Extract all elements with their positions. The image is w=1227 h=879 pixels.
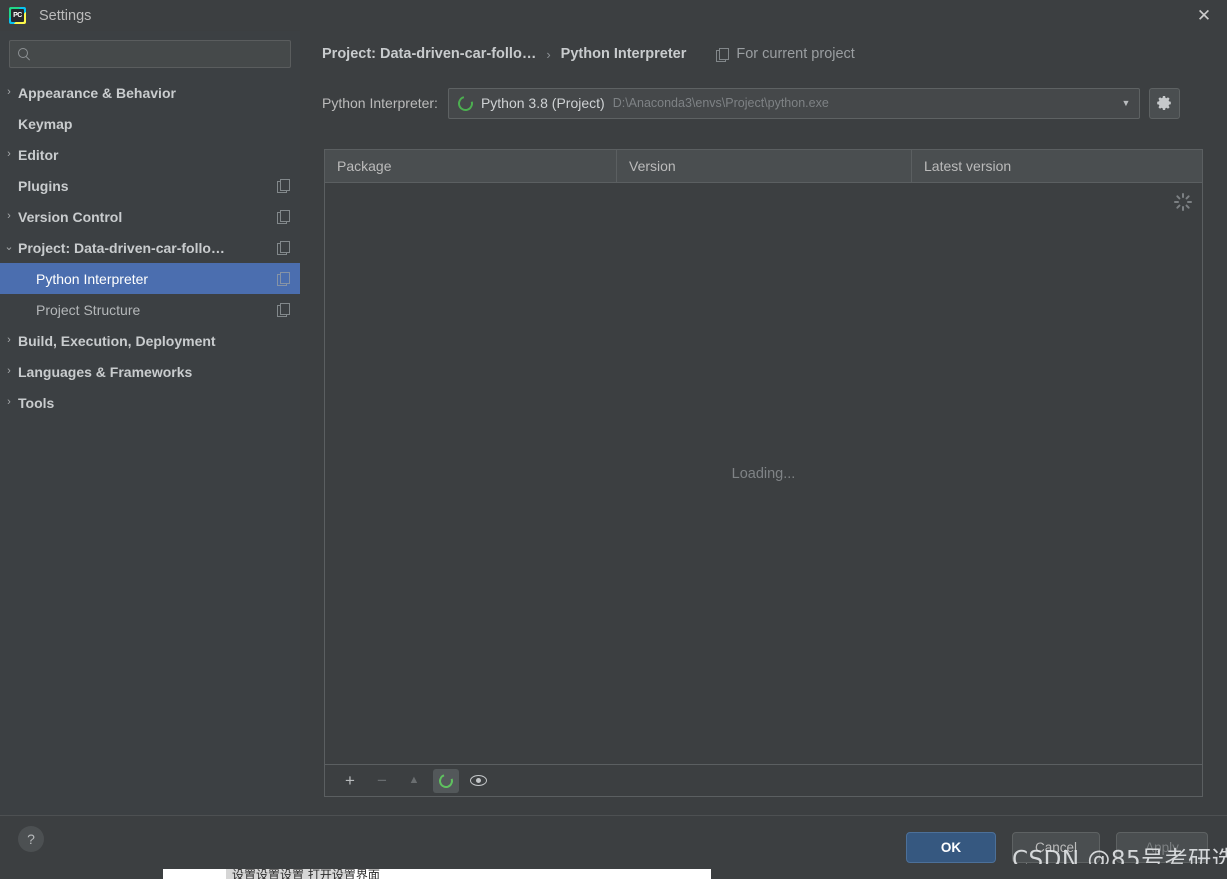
python-icon [455,93,475,113]
packages-toolbar: + − ▲ [325,764,1202,796]
chevron-down-icon[interactable]: ▼ [1113,89,1139,118]
breadcrumb-current: Python Interpreter [561,46,687,62]
loading-spinner-icon [1174,193,1192,211]
packages-table: Package Version Latest version Loading..… [324,149,1203,797]
copy-settings-icon[interactable] [277,210,290,223]
interpreter-row: Python Interpreter: Python 3.8 (Project)… [322,87,1227,119]
column-header-latest-version[interactable]: Latest version [912,150,1202,182]
search-icon [17,47,31,61]
sidebar-item-plugins[interactable]: Plugins [0,170,300,201]
sidebar-item-appearance-behavior[interactable]: › Appearance & Behavior [0,77,300,108]
chevron-down-icon[interactable]: ⌄ [0,242,18,253]
sidebar-item-project-structure[interactable]: Project Structure [0,294,300,325]
interpreter-path: D:\Anaconda3\envs\Project\python.exe [613,96,829,110]
sidebar-item-build-execution-deployment[interactable]: › Build, Execution, Deployment [0,325,300,356]
refresh-packages-button[interactable] [433,769,459,793]
column-header-version[interactable]: Version [617,150,912,182]
chevron-right-icon[interactable]: › [0,149,18,160]
copy-settings-icon[interactable] [277,272,290,285]
chevron-right-icon[interactable]: › [0,366,18,377]
refresh-icon [437,771,456,790]
settings-sidebar: › Appearance & Behavior Keymap › Editor … [0,31,300,815]
column-header-package[interactable]: Package [325,150,617,182]
close-icon[interactable]: ✕ [1181,0,1227,31]
scope-badge[interactable]: For current project [716,46,854,62]
remove-package-button[interactable]: − [369,769,395,793]
sidebar-item-label: Appearance & Behavior [18,85,176,101]
sidebar-item-project[interactable]: ⌄ Project: Data-driven-car-follo… [0,232,300,263]
sidebar-item-label: Build, Execution, Deployment [18,333,216,349]
add-package-button[interactable]: + [337,769,363,793]
sidebar-item-label: Project Structure [36,302,140,318]
sidebar-item-label: Languages & Frameworks [18,364,192,380]
interpreter-label: Python Interpreter: [322,95,438,111]
loading-text: Loading... [732,466,796,482]
interpreter-name: Python 3.8 (Project) [481,95,605,111]
eye-icon [470,775,487,786]
sidebar-item-label: Keymap [18,116,72,132]
pycharm-logo-text: PC [11,9,24,22]
sidebar-item-editor[interactable]: › Editor [0,139,300,170]
copy-settings-icon [716,48,729,61]
background-window-text: 设置设置设置 打开设置界面 [232,866,380,879]
ok-button[interactable]: OK [906,832,996,863]
sidebar-item-label: Tools [18,395,54,411]
breadcrumb-separator-icon: › [546,47,550,62]
search-input[interactable] [37,47,283,62]
scope-badge-label: For current project [736,46,854,62]
window-title: Settings [39,8,91,24]
chevron-right-icon[interactable]: › [0,397,18,408]
sidebar-item-label: Version Control [18,209,122,225]
chevron-placeholder-icon [0,180,18,191]
packages-table-header: Package Version Latest version [325,150,1202,183]
copy-settings-icon[interactable] [277,241,290,254]
breadcrumb: Project: Data-driven-car-follo… › Python… [300,35,1227,73]
sidebar-item-label: Project: Data-driven-car-follo… [18,240,225,256]
gear-icon [1156,95,1172,111]
chevron-placeholder-icon [0,118,18,129]
chevron-right-icon[interactable]: › [0,87,18,98]
sidebar-item-tools[interactable]: › Tools [0,387,300,418]
sidebar-item-version-control[interactable]: › Version Control [0,201,300,232]
pycharm-logo-icon: PC [9,7,26,24]
search-box[interactable] [9,40,291,68]
breadcrumb-parent[interactable]: Project: Data-driven-car-follo… [322,46,536,62]
sidebar-item-label: Editor [18,147,58,163]
settings-main-panel: Project: Data-driven-car-follo… › Python… [300,31,1227,815]
search-container [0,31,300,68]
sidebar-item-label: Python Interpreter [36,271,148,287]
sidebar-item-python-interpreter[interactable]: Python Interpreter [0,263,300,294]
show-early-releases-button[interactable] [465,769,491,793]
copy-settings-icon[interactable] [277,303,290,316]
interpreter-settings-button[interactable] [1149,88,1180,119]
interpreter-dropdown[interactable]: Python 3.8 (Project) D:\Anaconda3\envs\P… [448,88,1140,119]
upgrade-package-button[interactable]: ▲ [401,769,427,793]
help-button[interactable]: ? [18,826,44,852]
chevron-right-icon[interactable]: › [0,211,18,222]
chevron-right-icon[interactable]: › [0,335,18,346]
copy-settings-icon[interactable] [277,179,290,192]
settings-tree: › Appearance & Behavior Keymap › Editor … [0,77,300,418]
settings-dialog: PC Settings ✕ › Appearance & Behavior Ke… [0,0,1227,879]
sidebar-item-label: Plugins [18,178,69,194]
packages-table-body: Loading... [325,183,1202,764]
sidebar-item-keymap[interactable]: Keymap [0,108,300,139]
sidebar-item-languages-frameworks[interactable]: › Languages & Frameworks [0,356,300,387]
title-bar: PC Settings ✕ [0,0,1227,31]
